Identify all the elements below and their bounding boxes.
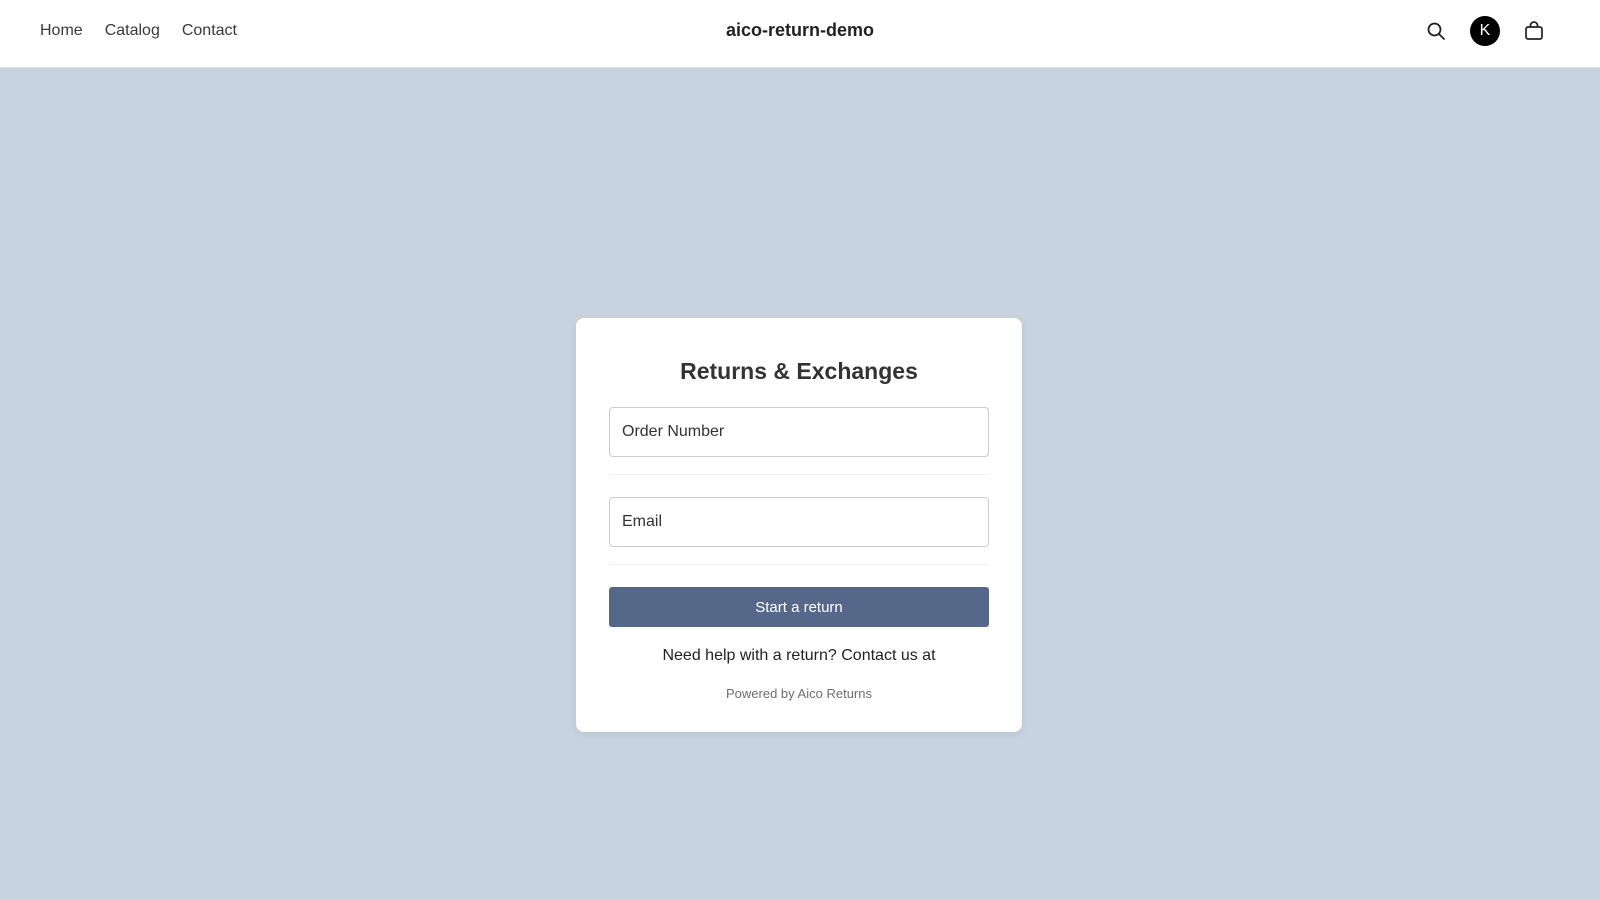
help-text: Need help with a return? Contact us at xyxy=(662,647,936,664)
email-input[interactable] xyxy=(609,497,989,547)
site-header: Home Catalog Contact aico-return-demo K xyxy=(0,0,1600,68)
search-button[interactable] xyxy=(1422,17,1450,45)
main-nav: Home Catalog Contact xyxy=(40,0,237,61)
shopping-bag-icon xyxy=(1525,20,1543,40)
search-icon xyxy=(1427,22,1445,40)
start-return-button[interactable]: Start a return xyxy=(609,587,989,627)
nav-contact-link[interactable]: Contact xyxy=(182,22,237,40)
returns-card: Returns & Exchanges Start a return Need … xyxy=(576,318,1022,732)
form-title: Returns & Exchanges xyxy=(680,358,918,384)
header-actions: K xyxy=(1422,0,1548,61)
account-avatar[interactable]: K xyxy=(1470,15,1500,46)
site-title-wrap: aico-return-demo xyxy=(0,0,1600,61)
site-title[interactable]: aico-return-demo xyxy=(726,20,874,40)
powered-by-text: Powered by Aico Returns xyxy=(726,686,872,701)
divider xyxy=(609,474,989,475)
order-number-input[interactable] xyxy=(609,407,989,457)
nav-catalog-link[interactable]: Catalog xyxy=(105,22,160,40)
nav-home-link[interactable]: Home xyxy=(40,22,83,40)
cart-button[interactable] xyxy=(1520,17,1548,45)
divider xyxy=(609,564,989,565)
